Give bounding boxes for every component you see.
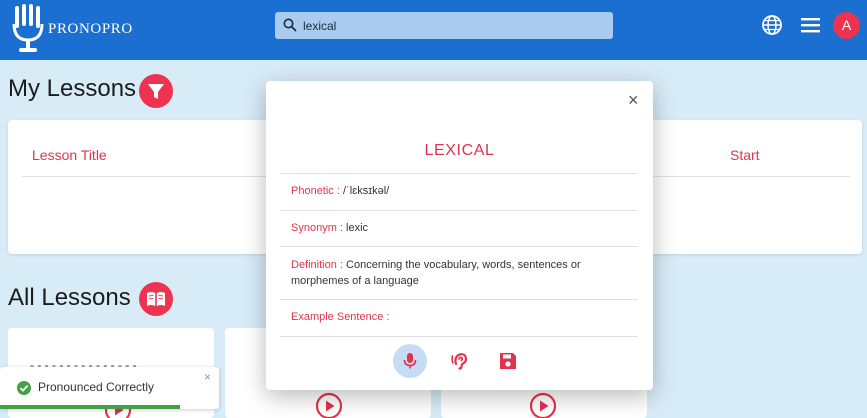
top-app-bar: PRONOPRO A: [0, 0, 867, 60]
column-header-start[interactable]: Start: [730, 147, 760, 163]
filter-icon: [148, 84, 164, 99]
check-circle-icon: [17, 381, 31, 395]
synonym-value: lexic: [346, 222, 369, 234]
phonetic-label: Phonetic :: [291, 185, 340, 197]
word-title: LEXICAL: [424, 142, 495, 159]
toast-close-button[interactable]: ×: [204, 370, 211, 384]
play-circle-icon[interactable]: [529, 392, 557, 418]
example-sentence-label: Example Sentence :: [291, 311, 390, 323]
divider: [280, 210, 638, 211]
definition-label: Definition :: [291, 259, 343, 271]
record-pronunciation-button[interactable]: [393, 344, 427, 378]
hamburger-menu-icon[interactable]: [800, 15, 821, 35]
search-icon: [283, 18, 297, 32]
all-lessons-badge[interactable]: [139, 282, 173, 316]
globe-icon[interactable]: [761, 14, 783, 36]
divider: [280, 246, 638, 247]
search-input[interactable]: [303, 12, 603, 39]
toast-progress-bar: [0, 405, 180, 409]
word-detail-dialog: × LEXICAL Phonetic : /ˈlɛksɪkəl/ Synonym…: [266, 81, 653, 390]
phonetic-row: Phonetic : /ˈlɛksɪkəl/: [291, 183, 636, 199]
success-toast: Pronounced Correctly ×: [0, 367, 219, 409]
play-circle-icon[interactable]: [315, 392, 343, 418]
ear-listen-icon[interactable]: [449, 349, 471, 371]
column-header-lesson-title[interactable]: Lesson Title: [32, 147, 107, 163]
toast-message: Pronounced Correctly: [38, 380, 155, 394]
definition-row: Definition : Concerning the vocabulary, …: [291, 257, 636, 289]
all-lessons-heading: All Lessons: [8, 284, 131, 311]
example-sentence-row: Example Sentence :: [291, 309, 636, 325]
divider: [280, 336, 638, 337]
search-bar[interactable]: [275, 12, 613, 39]
user-avatar[interactable]: A: [833, 12, 860, 39]
phonetic-value: /ˈlɛksɪkəl/: [342, 185, 390, 197]
filter-button[interactable]: [139, 74, 173, 108]
divider: [280, 299, 638, 300]
synonym-label: Synonym :: [291, 222, 343, 234]
close-icon[interactable]: ×: [628, 91, 639, 109]
save-floppy-icon[interactable]: [499, 352, 517, 370]
microphone-hand-logo-icon[interactable]: [12, 4, 46, 54]
brand-name[interactable]: PRONOPRO: [48, 21, 133, 38]
open-book-icon: [147, 292, 165, 306]
my-lessons-heading: My Lessons: [8, 75, 137, 102]
divider: [280, 173, 638, 174]
synonym-row: Synonym : lexic: [291, 220, 636, 236]
microphone-icon: [403, 353, 417, 369]
